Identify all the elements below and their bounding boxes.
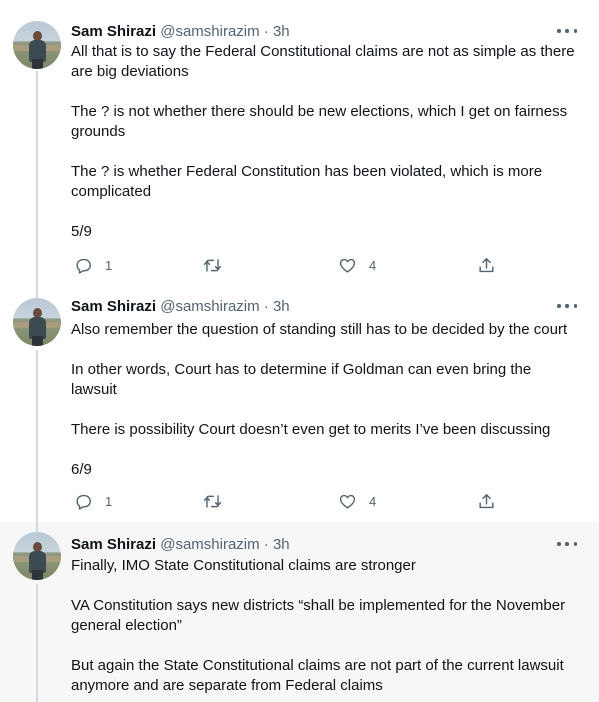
more-icon[interactable] [557,298,577,314]
thread-line [36,288,38,298]
tweet-7-of-9[interactable]: Sam Shirazi @samshirazim · 3h Finally, I… [0,522,599,702]
author-name[interactable]: Sam Shirazi [71,536,156,553]
thread-line [36,584,38,702]
timeline: Sam Shirazi @samshirazim · 3h All that i… [0,0,599,702]
share-icon [479,258,494,273]
more-icon[interactable] [557,23,577,39]
tweet-text: Finally, IMO State Constitutional claims… [71,556,581,696]
like-button[interactable]: 4 [338,256,376,275]
tweet-text: Also remember the question of standing s… [71,320,581,480]
author-name[interactable]: Sam Shirazi [71,298,156,315]
thread-counter: 5/9 [71,223,92,240]
retweet-button[interactable] [203,492,234,511]
tweet-paragraph: All that is to say the Federal Constitut… [71,43,575,80]
separator: · [263,536,269,553]
like-button[interactable]: 4 [338,492,376,511]
tweet-paragraph: But again the State Constitutional claim… [71,657,564,694]
thread-line [36,522,38,532]
retweet-button[interactable] [203,256,234,275]
thread-counter: 6/9 [71,461,92,478]
author-handle[interactable]: @samshirazim [160,536,259,553]
more-icon[interactable] [557,536,577,552]
tweet-header: Sam Shirazi @samshirazim · 3h [71,22,290,42]
reply-icon [76,258,91,274]
author-name[interactable]: Sam Shirazi [71,23,156,40]
like-count: 4 [369,258,377,273]
share-button[interactable] [477,256,496,275]
tweet-paragraph: Also remember the question of standing s… [71,321,568,338]
separator: · [263,23,269,40]
author-handle[interactable]: @samshirazim [160,298,259,315]
reply-icon [76,494,91,510]
tweet-paragraph: Finally, IMO State Constitutional claims… [71,557,416,574]
tweet-text: All that is to say the Federal Constitut… [71,42,581,242]
tweet-actions: 1 4 [71,256,501,276]
tweet-header: Sam Shirazi @samshirazim · 3h [71,535,290,555]
share-button[interactable] [477,492,496,511]
separator: · [263,298,269,315]
thread-line [36,350,38,522]
tweet-paragraph: The ? is whether Federal Constitution ha… [71,163,543,200]
tweet-6-of-9[interactable]: Sam Shirazi @samshirazim · 3h Also remem… [0,288,599,522]
share-icon [479,494,494,509]
timestamp[interactable]: 3h [273,298,290,315]
like-count: 4 [369,494,377,509]
reply-count: 1 [105,258,113,273]
reply-button[interactable]: 1 [74,492,112,511]
tweet-paragraph: VA Constitution says new districts “shal… [71,597,566,634]
reply-button[interactable]: 1 [74,256,112,275]
timestamp[interactable]: 3h [273,23,290,40]
like-icon [339,494,356,509]
tweet-header: Sam Shirazi @samshirazim · 3h [71,297,290,317]
tweet-paragraph: The ? is not whether there should be new… [71,103,568,140]
author-handle[interactable]: @samshirazim [160,23,259,40]
timestamp[interactable]: 3h [273,536,290,553]
retweet-icon [203,259,222,272]
avatar[interactable] [13,298,61,346]
retweet-icon [203,495,222,508]
avatar[interactable] [13,21,61,69]
tweet-actions: 1 4 [71,492,501,512]
reply-count: 1 [105,494,113,509]
like-icon [339,258,356,273]
avatar[interactable] [13,532,61,580]
thread-line [36,71,38,288]
tweet-paragraph: There is possibility Court doesn’t even … [71,421,551,438]
tweet-5-of-9[interactable]: Sam Shirazi @samshirazim · 3h All that i… [0,0,599,288]
tweet-paragraph: In other words, Court has to determine i… [71,361,532,398]
